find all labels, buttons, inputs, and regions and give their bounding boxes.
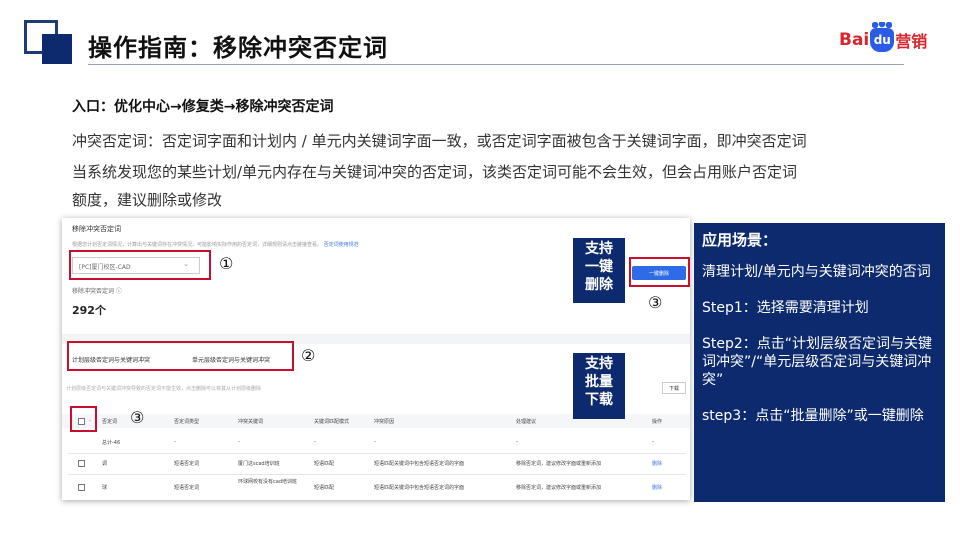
highlight-tabs bbox=[67, 341, 294, 371]
col-header-op: 操作 bbox=[652, 419, 663, 425]
row-1-advice: 移除否定词，建议修改字面或重新添加 bbox=[516, 461, 602, 467]
marker-1: ① bbox=[219, 254, 234, 273]
col-header-word: 否定词 bbox=[102, 419, 118, 425]
row-checkbox[interactable] bbox=[78, 484, 85, 491]
marker-3-top: ③ bbox=[648, 293, 663, 312]
total-row-label: 总计-46 bbox=[102, 440, 121, 446]
row-1-reason: 短语匹配关键词中包含短语否定词的字面 bbox=[374, 461, 465, 467]
row-2-word: 球 bbox=[102, 485, 108, 491]
callout-line: 一键 bbox=[585, 259, 613, 275]
callout-line: 下载 bbox=[585, 392, 613, 408]
row-1-keyword: 厦门这scad培训班 bbox=[238, 461, 280, 467]
row-2-keyword: 环球网校有没有cad培训班 bbox=[238, 479, 297, 485]
step-2: Step2：点击“计划层级否定词与关键词冲突”/“单元层级否定词与关键词冲突” bbox=[702, 336, 933, 388]
explain-line-1: 当系统发现您的某些计划/单元内存在与关键词冲突的否定词，该类否定词可能不会生效，… bbox=[72, 163, 798, 181]
total-row-cell: - bbox=[314, 439, 316, 445]
row-2-reason: 短语匹配关键词中包含短语否定词的字面 bbox=[374, 485, 465, 491]
row-divider bbox=[68, 453, 686, 454]
shot-description: 根据您计划否定词情况，计算出与关键词存在冲突情况，可能影响实际作用的否定词，详细… bbox=[72, 241, 359, 248]
row-2-delete-link[interactable]: 删除 bbox=[652, 484, 662, 491]
col-header-reason: 冲突原因 bbox=[374, 419, 395, 425]
title-decoration-fill bbox=[42, 34, 72, 64]
page-title: 操作指南：移除冲突否定词 bbox=[88, 34, 388, 62]
marker-3-bottom: ③ bbox=[130, 408, 145, 427]
logo-text-bai: Bai bbox=[839, 30, 870, 50]
download-button[interactable]: 下载 bbox=[662, 382, 686, 394]
step-1: Step1：选择需要清理计划 bbox=[702, 300, 869, 316]
usage-scenario-title: 应用场景： bbox=[702, 231, 778, 249]
col-header-advice: 处理建议 bbox=[516, 419, 537, 425]
baidu-paw-icon: du bbox=[870, 22, 895, 52]
callout-line: 批量 bbox=[585, 374, 613, 390]
col-header-match: 关键词匹配模式 bbox=[314, 419, 350, 425]
highlight-one-click-delete bbox=[629, 257, 690, 287]
conflict-warning: 计划层级否定词与关键词冲突导致的否定词不能生效，点击删除可以将其从计划层级删除 bbox=[66, 386, 262, 392]
row-2-match: 短语匹配 bbox=[314, 485, 335, 491]
total-row-cell: - bbox=[652, 439, 654, 445]
callout-line: 删除 bbox=[585, 277, 613, 293]
total-row-cell: - bbox=[238, 439, 240, 445]
row-divider bbox=[68, 474, 686, 475]
logo-text-du: du bbox=[873, 33, 891, 47]
row-1-word: 调 bbox=[102, 461, 108, 467]
callout-one-click-delete: 支持 一键 删除 bbox=[573, 238, 625, 303]
callout-line: 支持 bbox=[585, 241, 613, 257]
scenario-description: 清理计划/单元内与关键词冲突的否词 bbox=[702, 264, 931, 280]
shot-description-text: 根据您计划否定词情况，计算出与关键词存在冲突情况，可能影响实际作用的否定词，详细… bbox=[72, 242, 323, 248]
col-header-keyword: 冲突关键词 bbox=[238, 419, 264, 425]
col-header-type: 否定词类型 bbox=[174, 419, 200, 425]
highlight-plan-selector bbox=[69, 250, 211, 280]
total-row-cell: - bbox=[516, 439, 518, 445]
entry-path: 入口：优化中心→修复类→移除冲突否定词 bbox=[72, 99, 334, 115]
conflict-count-label: 移除冲突否定词 ⓘ bbox=[72, 288, 122, 295]
definition-line: 冲突否定词：否定词字面和计划内 / 单元内关键词字面一致，或否定词字面被包含于关… bbox=[72, 132, 807, 150]
highlight-select-all bbox=[70, 406, 97, 432]
shot-title: 移除冲突否定词 bbox=[72, 225, 121, 233]
row-checkbox[interactable] bbox=[78, 460, 85, 467]
callout-line: 支持 bbox=[585, 356, 613, 372]
step-3: step3：点击“批量删除”或一键删除 bbox=[702, 408, 924, 424]
row-1-delete-link[interactable]: 删除 bbox=[652, 460, 662, 467]
callout-batch-download: 支持 批量 下载 bbox=[573, 353, 625, 419]
marker-2: ② bbox=[301, 346, 316, 365]
row-2-advice: 移除否定词，建议修改字面或重新添加 bbox=[516, 485, 602, 491]
explain-line-2: 额度，建议删除或修改 bbox=[72, 191, 223, 209]
row-1-type: 短语否定词 bbox=[174, 461, 200, 467]
baidu-yingxiao-logo: Bai du 营销 bbox=[839, 22, 928, 54]
logo-text-yingxiao: 营销 bbox=[895, 32, 928, 51]
conflict-count-value: 292个 bbox=[72, 304, 106, 317]
row-2-type: 短语否定词 bbox=[174, 485, 200, 491]
total-row-cell: - bbox=[374, 439, 376, 445]
shot-rule-link[interactable]: 否定词使用规范 bbox=[324, 242, 359, 248]
row-1-match: 短语匹配 bbox=[314, 461, 335, 467]
total-row-cell: - bbox=[174, 439, 176, 445]
header-divider bbox=[88, 64, 904, 65]
usage-scenario-panel: 应用场景： 清理计划/单元内与关键词冲突的否词 Step1：选择需要清理计划 S… bbox=[694, 223, 945, 502]
